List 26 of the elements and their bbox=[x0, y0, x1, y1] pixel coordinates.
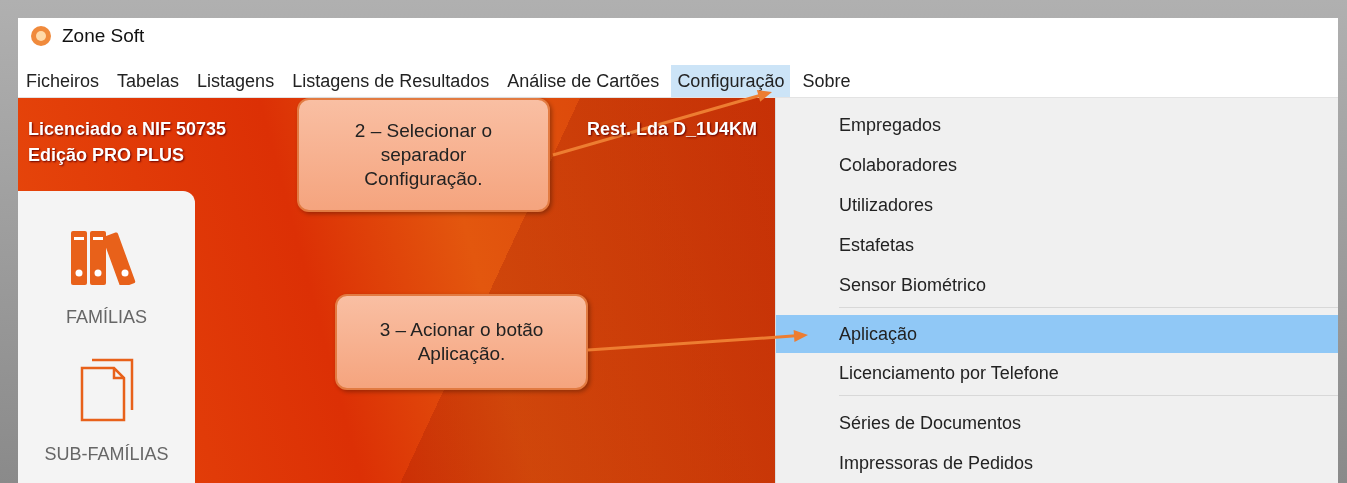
menu-item[interactable]: Configuração bbox=[671, 65, 791, 97]
menu-entry[interactable]: Colaboradores bbox=[776, 145, 1338, 185]
license-text: Rest. Lda D_1U4KM bbox=[586, 118, 757, 141]
menu-entry[interactable]: Utilizadores bbox=[776, 185, 1338, 225]
menu-item[interactable]: Ficheiros bbox=[18, 65, 106, 97]
menu-item[interactable]: Sobre bbox=[796, 65, 857, 97]
menu-entry[interactable]: Licenciamento por Telefone bbox=[776, 353, 1338, 393]
menu-entry[interactable]: Aplicação bbox=[776, 315, 1338, 353]
menu-item[interactable]: Listagens bbox=[191, 65, 281, 97]
documents-icon bbox=[79, 358, 134, 422]
license-text: Licenciado a NIF 50735 bbox=[28, 118, 227, 141]
menu-entry[interactable]: Empregados bbox=[776, 105, 1338, 145]
menu-entry[interactable]: Estafetas bbox=[776, 225, 1338, 265]
menu-item[interactable]: Tabelas bbox=[111, 65, 186, 97]
menu-item[interactable]: Listagens de Resultados bbox=[286, 65, 496, 97]
menu-entry[interactable]: Impressoras de Pedidos bbox=[776, 443, 1338, 483]
menu-item[interactable]: Análise de Cartões bbox=[501, 65, 666, 97]
edition-text: Edição PRO PLUS bbox=[28, 144, 185, 167]
app-logo-icon bbox=[30, 25, 52, 47]
window-title: Zone Soft bbox=[62, 25, 145, 47]
callout: 2 – Selecionar o separador Configuração. bbox=[297, 98, 550, 212]
sidebar-label[interactable]: FAMÍLIAS bbox=[66, 307, 147, 328]
callout: 3 – Acionar o botão Aplicação. bbox=[335, 294, 588, 390]
sidebar-label[interactable]: SUB-FAMÍLIAS bbox=[44, 444, 169, 465]
menu-entry[interactable]: Sensor Biométrico bbox=[776, 265, 1338, 305]
menu-entry[interactable]: Séries de Documentos bbox=[776, 403, 1338, 443]
